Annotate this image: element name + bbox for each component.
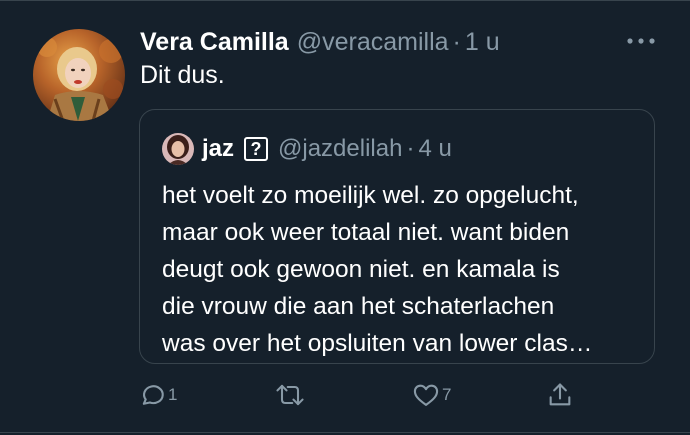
- author-display-name[interactable]: Vera Camilla: [140, 28, 289, 57]
- tweet-text: Dit dus.: [140, 61, 225, 89]
- quoted-author-avatar: [162, 133, 194, 165]
- author-avatar[interactable]: [33, 29, 125, 121]
- quoted-tweet-text: het voelt zo moeilijk wel. zo opgelucht,…: [162, 177, 642, 362]
- more-options-button[interactable]: [624, 30, 658, 52]
- quoted-separator-dot: ·: [406, 135, 415, 162]
- quoted-text-line: deugt ook gewoon niet. en kamala is: [162, 256, 560, 283]
- bottom-divider: [0, 432, 690, 433]
- author-handle[interactable]: @veracamilla: [297, 28, 449, 57]
- quoted-tweet-card[interactable]: jaz ? @jazdelilah · 4 u het voelt zo moe…: [139, 109, 655, 364]
- quoted-tweet-header: jaz ? @jazdelilah · 4 u: [162, 131, 452, 167]
- retweet-icon: [276, 384, 304, 406]
- quoted-text-line: het voelt zo moeilijk wel. zo opgelucht,: [162, 182, 579, 209]
- like-button[interactable]: 7: [412, 378, 451, 412]
- quoted-author-handle: @jazdelilah: [278, 135, 403, 162]
- quoted-text-line: die vrouw die aan het schaterlachen: [162, 293, 555, 320]
- quoted-tweet-timestamp: 4 u: [418, 135, 452, 162]
- share-button[interactable]: [546, 378, 576, 412]
- like-count: 7: [442, 385, 452, 404]
- tweet-header: Vera Camilla @veracamilla · 1 u: [140, 26, 500, 58]
- reply-count: 1: [168, 385, 178, 404]
- tweet-actions: 1 7: [0, 378, 690, 412]
- more-horizontal-icon: [627, 38, 655, 44]
- heart-icon: [413, 384, 439, 406]
- quoted-text-line: maar ook weer totaal niet. want biden: [162, 219, 570, 246]
- unknown-emoji-badge: ?: [244, 137, 269, 161]
- share-icon: [549, 383, 571, 406]
- reply-button[interactable]: 1: [138, 378, 177, 412]
- tweet-timestamp[interactable]: 1 u: [465, 28, 500, 57]
- separator-dot: ·: [452, 27, 461, 56]
- quoted-text-line: was over het opsluiten van lower clas…: [162, 330, 593, 357]
- quoted-author-display-name: jaz: [202, 135, 235, 162]
- retweet-button[interactable]: [274, 378, 308, 412]
- reply-icon: [142, 385, 164, 405]
- top-divider: [0, 0, 690, 1]
